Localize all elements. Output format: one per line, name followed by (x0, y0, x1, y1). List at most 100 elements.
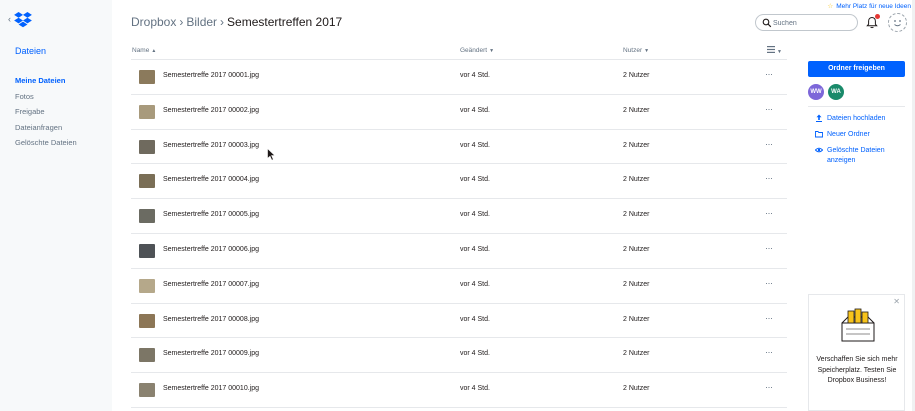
image-thumbnail (139, 313, 155, 328)
search-input[interactable] (773, 17, 853, 29)
image-thumbnail (139, 174, 155, 189)
file-row[interactable]: Semestertreffe 2017 00008.jpg vor 4 Std.… (131, 304, 787, 339)
image-thumbnail (139, 209, 155, 224)
more-options-icon[interactable]: ··· (765, 173, 773, 183)
more-options-icon[interactable]: ··· (765, 69, 773, 79)
file-row[interactable]: Semestertreffe 2017 00004.jpg vor 4 Std.… (131, 164, 787, 200)
star-icon: ☆ (827, 3, 834, 10)
account-avatar[interactable] (888, 13, 907, 32)
search-icon (762, 18, 772, 28)
file-modified: vor 4 Std. (460, 141, 490, 149)
file-row[interactable]: Semestertreffe 2017 00010.jpg vor 4 Std.… (131, 373, 787, 408)
file-modified: vor 4 Std. (460, 72, 490, 79)
promo-card: ✕ Verschaffen Sie sich mehr Speicherplat… (808, 294, 905, 411)
file-users[interactable]: 2 Nutzer (623, 107, 649, 114)
file-name[interactable]: Semestertreffe 2017 00009.jpg (163, 350, 259, 357)
file-name[interactable]: Semestertreffe 2017 00006.jpg (163, 246, 259, 253)
file-users[interactable]: 2 Nutzer (623, 246, 649, 253)
sidebar-item-dateianfragen[interactable]: Dateianfragen (15, 122, 77, 138)
notification-badge (875, 14, 880, 19)
member-avatar-ww[interactable]: WW (808, 84, 824, 100)
file-row[interactable]: Semestertreffe 2017 00007.jpg vor 4 Std.… (131, 269, 787, 304)
member-avatar-wa[interactable]: WA (828, 84, 844, 100)
new-folder-label: Neuer Ordner (827, 131, 870, 138)
column-header-users[interactable]: Nutzer ▼ (623, 47, 649, 54)
storage-box-illustration (841, 308, 875, 342)
sidebar-nav: Meine Dateien Fotos Freigabe Dateianfrag… (15, 75, 77, 153)
file-modified: vor 4 Std. (460, 385, 490, 393)
upload-files-label: Dateien hochladen (827, 115, 886, 122)
breadcrumb-bilder[interactable]: Bilder (186, 15, 217, 29)
more-options-icon[interactable]: ··· (765, 278, 773, 288)
image-thumbnail (139, 104, 155, 119)
collapse-sidebar-icon[interactable]: ‹ (8, 14, 11, 24)
share-folder-button[interactable]: Ordner freigeben (808, 61, 905, 77)
file-name[interactable]: Semestertreffe 2017 00003.jpg (163, 142, 259, 149)
eye-icon (815, 147, 823, 153)
image-thumbnail (139, 278, 155, 293)
file-table-header: Name ▲ Geändert ▼ Nutzer ▼ ▼ (131, 44, 787, 60)
sidebar-item-fotos[interactable]: Fotos (15, 91, 77, 107)
file-row[interactable]: Semestertreffe 2017 00006.jpg vor 4 Std.… (131, 234, 787, 269)
file-modified: vor 4 Std. (460, 106, 490, 114)
sidebar-item-freigabe[interactable]: Freigabe (15, 106, 77, 122)
file-list: Semestertreffe 2017 00001.jpg vor 4 Std.… (131, 60, 787, 408)
left-sidebar: ‹ Dateien Meine Dateien Fotos Freigabe D… (0, 0, 112, 411)
more-options-icon[interactable]: ··· (765, 313, 773, 323)
file-users[interactable]: 2 Nutzer (623, 176, 649, 183)
file-name[interactable]: Semestertreffe 2017 00002.jpg (163, 107, 259, 114)
more-options-icon[interactable]: ··· (765, 208, 773, 218)
more-options-icon[interactable]: ··· (765, 243, 773, 253)
promo-text: Verschaffen Sie sich mehr Speicherplatz.… (816, 356, 898, 384)
file-users[interactable]: 2 Nutzer (623, 281, 649, 288)
search-box[interactable] (755, 14, 858, 31)
file-modified: vor 4 Std. (460, 176, 490, 184)
file-row[interactable]: Semestertreffe 2017 00009.jpg vor 4 Std.… (131, 338, 787, 374)
file-name[interactable]: Semestertreffe 2017 00004.jpg (163, 176, 259, 183)
file-modified: vor 4 Std. (460, 350, 490, 358)
image-thumbnail (139, 70, 155, 84)
file-name[interactable]: Semestertreffe 2017 00001.jpg (163, 72, 259, 79)
image-thumbnail (139, 139, 155, 154)
file-name[interactable]: Semestertreffe 2017 00008.jpg (163, 316, 259, 323)
file-row[interactable]: Semestertreffe 2017 00001.jpg vor 4 Std.… (131, 60, 787, 95)
upload-icon (816, 114, 822, 122)
file-name[interactable]: Semestertreffe 2017 00010.jpg (163, 385, 259, 392)
dropbox-logo[interactable] (14, 12, 32, 28)
file-users[interactable]: 2 Nutzer (623, 142, 649, 149)
upgrade-link[interactable]: ☆ Mehr Platz für neue Ideen (827, 2, 911, 10)
close-icon[interactable]: ✕ (893, 297, 900, 306)
file-users[interactable]: 2 Nutzer (623, 350, 649, 357)
column-header-modified[interactable]: Geändert ▼ (460, 47, 494, 54)
file-users[interactable]: 2 Nutzer (623, 385, 649, 392)
more-options-icon[interactable]: ··· (765, 347, 773, 357)
show-deleted-files-label: Gelöschte Dateien anzeigen (827, 147, 885, 164)
file-users[interactable]: 2 Nutzer (623, 316, 649, 323)
breadcrumb-dropbox[interactable]: Dropbox (131, 15, 176, 29)
more-options-icon[interactable]: ··· (765, 382, 773, 392)
view-toggle[interactable]: ▼ (767, 46, 782, 55)
upgrade-link-label: Mehr Platz für neue Ideen (836, 3, 911, 10)
list-view-icon (767, 46, 775, 53)
file-row[interactable]: Semestertreffe 2017 00002.jpg vor 4 Std.… (131, 95, 787, 130)
file-name[interactable]: Semestertreffe 2017 00007.jpg (163, 281, 259, 288)
chevron-down-icon: ▼ (777, 49, 782, 55)
breadcrumb-separator-icon: › (220, 15, 225, 29)
more-options-icon[interactable]: ··· (765, 104, 773, 114)
more-options-icon[interactable]: ··· (765, 139, 773, 149)
breadcrumb: Dropbox › Bilder › Semestertreffen 2017 (131, 15, 342, 29)
column-header-name[interactable]: Name ▲ (132, 47, 156, 54)
sort-caret-icon: ▼ (489, 48, 495, 54)
sidebar-item-geloeschte-dateien[interactable]: Gelöschte Dateien (15, 137, 77, 153)
sidebar-item-meine-dateien[interactable]: Meine Dateien (15, 75, 77, 91)
file-users[interactable]: 2 Nutzer (623, 211, 649, 218)
file-users[interactable]: 2 Nutzer (623, 72, 649, 79)
breadcrumb-separator-icon: › (179, 15, 184, 29)
image-thumbnail (139, 383, 155, 398)
breadcrumb-current-folder: Semestertreffen 2017 (227, 15, 343, 29)
file-row[interactable]: Semestertreffe 2017 00003.jpg vor 4 Std.… (131, 130, 787, 165)
file-row[interactable]: Semestertreffe 2017 00005.jpg vor 4 Std.… (131, 199, 787, 234)
sidebar-title[interactable]: Dateien (15, 46, 46, 56)
smiley-icon (894, 20, 901, 27)
file-name[interactable]: Semestertreffe 2017 00005.jpg (163, 211, 259, 218)
